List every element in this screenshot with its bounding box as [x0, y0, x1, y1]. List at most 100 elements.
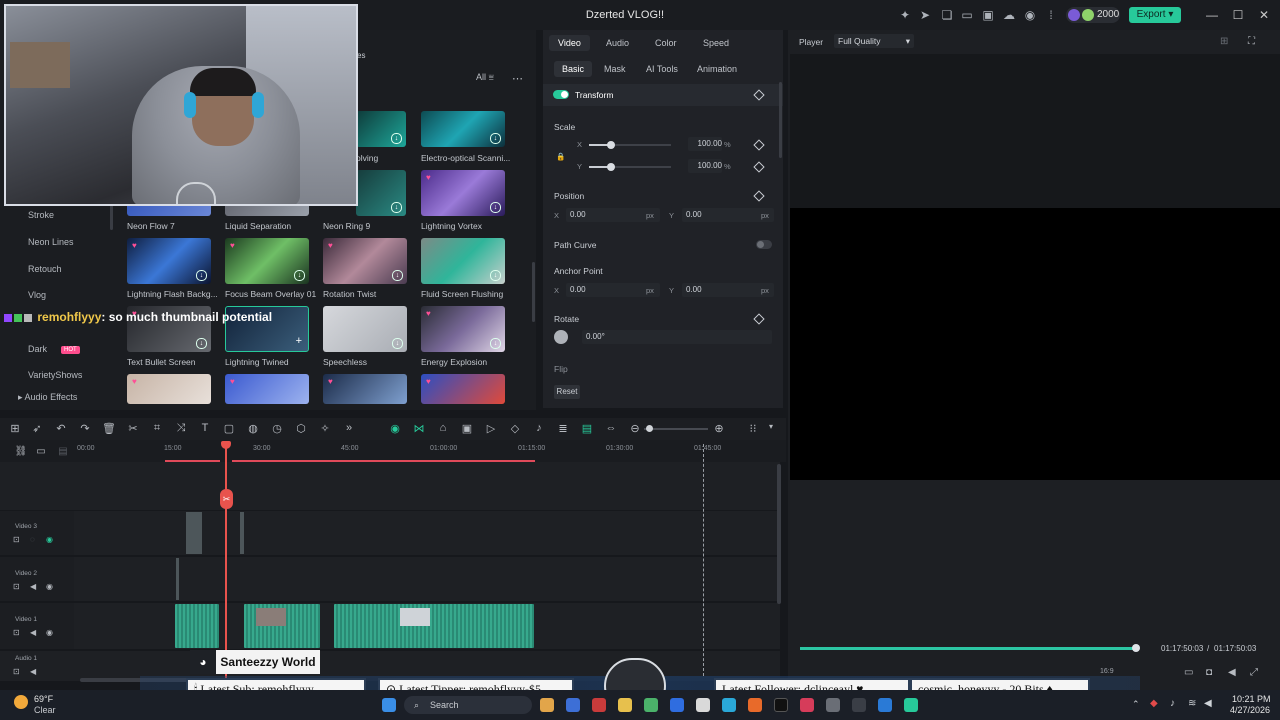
- category-dark[interactable]: Dark HOT: [28, 344, 80, 354]
- folder-icon[interactable]: [618, 698, 632, 712]
- gift-icon[interactable]: ✦: [898, 8, 912, 22]
- zoom-knob[interactable]: [646, 425, 653, 432]
- effect-thumbnail[interactable]: ♥ ↓: [421, 306, 505, 352]
- download-icon[interactable]: ↓: [490, 270, 501, 281]
- shield-icon[interactable]: ◇: [508, 422, 522, 435]
- lock-icon[interactable]: ⊡: [13, 535, 20, 544]
- scale-x-input[interactable]: 100.00: [688, 137, 722, 151]
- weather-temperature[interactable]: 69°F: [34, 694, 53, 704]
- magnet-icon[interactable]: ⋈: [412, 422, 426, 435]
- filmora-icon[interactable]: [904, 698, 918, 712]
- subtab-animation[interactable]: Animation: [697, 64, 737, 74]
- tiktok-icon[interactable]: [774, 698, 788, 712]
- ai-icon[interactable]: ✧: [318, 422, 332, 435]
- video-clip[interactable]: [175, 604, 219, 648]
- bookmark-icon[interactable]: ❏: [940, 8, 954, 22]
- mic-icon[interactable]: ♪: [1170, 698, 1175, 709]
- tab-audio[interactable]: Audio: [606, 38, 629, 48]
- app-icon[interactable]: [566, 698, 580, 712]
- scale-y-input[interactable]: 100.00: [688, 159, 722, 173]
- lock-icon[interactable]: ⊡: [13, 582, 20, 591]
- chevron-down-icon[interactable]: ▾: [764, 422, 778, 431]
- snapshot-icon[interactable]: ⛶: [1248, 36, 1255, 47]
- scissor-icon[interactable]: ✂: [220, 489, 233, 509]
- effect-thumbnail[interactable]: ♥ ↓: [323, 238, 407, 284]
- minimize-button[interactable]: —: [1204, 8, 1220, 22]
- obs-icon[interactable]: [826, 698, 840, 712]
- video-clip[interactable]: [176, 558, 179, 600]
- tab-video[interactable]: Video: [549, 35, 590, 51]
- volume-icon[interactable]: ◀: [1204, 698, 1212, 709]
- tiktok-live-icon[interactable]: [800, 698, 814, 712]
- effect-thumbnail[interactable]: ↓: [421, 111, 505, 147]
- clock-date[interactable]: 4/27/2026: [1230, 705, 1270, 715]
- transform-toggle[interactable]: [553, 90, 569, 99]
- compare-icon[interactable]: ⊞: [1220, 36, 1228, 47]
- camera-icon[interactable]: ◘: [1206, 667, 1212, 678]
- firefox-icon[interactable]: [748, 698, 762, 712]
- effect-thumbnail[interactable]: ↓: [356, 111, 406, 147]
- close-button[interactable]: ✕: [1256, 8, 1272, 22]
- effect-thumbnail[interactable]: ↓: [356, 170, 406, 216]
- add-icon[interactable]: +: [296, 335, 302, 347]
- chevron-up-icon[interactable]: ⌃: [1132, 699, 1140, 710]
- render-icon[interactable]: ▣: [460, 422, 474, 435]
- playback-progress[interactable]: [800, 647, 1136, 650]
- volume-icon[interactable]: ◀: [30, 628, 36, 637]
- reset-button[interactable]: Reset: [554, 385, 580, 399]
- app-icon[interactable]: [852, 698, 866, 712]
- save-icon[interactable]: ▣: [981, 8, 995, 22]
- volume-icon[interactable]: ◀: [1228, 667, 1236, 678]
- subtab-ai-tools[interactable]: AI Tools: [646, 64, 678, 74]
- playhead[interactable]: [225, 444, 227, 680]
- clock-time[interactable]: 10:21 PM: [1232, 694, 1271, 704]
- effect-thumbnail[interactable]: ♥ ↓: [127, 238, 211, 284]
- download-icon[interactable]: ↓: [392, 338, 403, 349]
- app-icon[interactable]: [878, 698, 892, 712]
- effect-thumbnail[interactable]: ♥: [421, 374, 505, 404]
- category-stroke[interactable]: Stroke: [28, 210, 54, 220]
- delete-icon[interactable]: 🗑: [102, 422, 116, 435]
- link-icon[interactable]: ⇔: [604, 422, 618, 434]
- weather-condition[interactable]: Clear: [34, 705, 56, 715]
- color-icon[interactable]: ⬡: [294, 422, 308, 435]
- marker-icon[interactable]: ▤: [56, 446, 70, 457]
- maximize-button[interactable]: ☐: [1230, 8, 1246, 22]
- lock-icon[interactable]: ⊡: [13, 628, 20, 637]
- credits-badge[interactable]: 2000: [1066, 7, 1120, 23]
- video-clip[interactable]: [186, 512, 202, 554]
- download-icon[interactable]: ↓: [391, 133, 402, 144]
- mute-icon[interactable]: ◌: [30, 535, 35, 544]
- eye-icon[interactable]: ◉: [46, 535, 53, 544]
- auto-icon[interactable]: ⌂: [436, 422, 450, 434]
- fullscreen-icon[interactable]: ⤢: [1250, 667, 1258, 678]
- effect-thumbnail[interactable]: ↓: [421, 238, 505, 284]
- category-retouch[interactable]: Retouch: [28, 264, 62, 274]
- zoom-slider[interactable]: [644, 428, 708, 430]
- crop-icon[interactable]: ⌗: [150, 422, 164, 435]
- tab-speed[interactable]: Speed: [703, 38, 729, 48]
- wifi-icon[interactable]: ≋: [1188, 698, 1196, 709]
- path-curve-toggle[interactable]: [756, 240, 772, 249]
- app-icon[interactable]: [540, 698, 554, 712]
- download-icon[interactable]: ↓: [490, 133, 501, 144]
- eye-icon[interactable]: ◉: [46, 582, 53, 591]
- snap-icon[interactable]: ◉: [388, 422, 402, 435]
- cloud-icon[interactable]: ☁: [1002, 8, 1016, 22]
- support-icon[interactable]: ◉: [1023, 8, 1037, 22]
- download-icon[interactable]: ↓: [490, 202, 501, 213]
- app-icon[interactable]: [592, 698, 606, 712]
- effect-thumbnail[interactable]: ↓: [323, 306, 407, 352]
- undo-icon[interactable]: ↶: [54, 422, 68, 435]
- video-preview[interactable]: [790, 208, 1280, 480]
- timeline-vertical-scrollbar[interactable]: [777, 464, 781, 604]
- rotate-dial[interactable]: [554, 330, 568, 344]
- lock-icon[interactable]: 🔒: [556, 152, 565, 161]
- slider-knob[interactable]: [607, 163, 615, 171]
- display-icon[interactable]: ▭: [1184, 667, 1193, 678]
- progress-knob[interactable]: [1132, 644, 1140, 652]
- transform-icon[interactable]: ⤨: [174, 422, 188, 435]
- frame-icon[interactable]: ▢: [222, 422, 236, 435]
- download-icon[interactable]: ↓: [490, 338, 501, 349]
- redo-icon[interactable]: ↷: [78, 422, 92, 435]
